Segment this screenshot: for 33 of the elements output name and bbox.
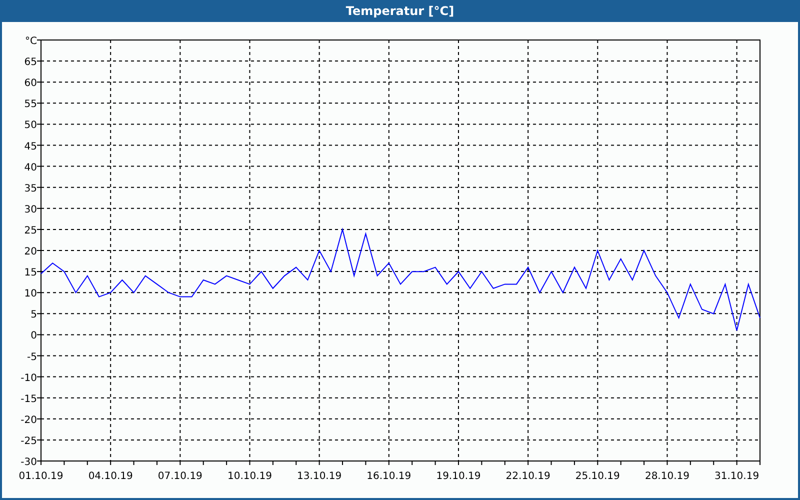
y-axis-label: 25 (24, 225, 37, 236)
y-axis-label: °C (25, 36, 37, 47)
y-axis-label: 35 (24, 183, 37, 194)
x-axis-label: 22.10.19 (506, 471, 550, 482)
y-axis-label: 45 (24, 141, 37, 152)
y-axis-label: -10 (20, 372, 37, 384)
x-axis-label: 25.10.19 (575, 471, 620, 482)
y-axis-label: -25 (20, 436, 37, 447)
y-axis-label: 30 (24, 204, 37, 216)
x-axis-label: 19.10.19 (436, 471, 481, 482)
y-axis-label: 40 (24, 162, 37, 174)
y-axis-label: 50 (24, 120, 37, 132)
y-axis-label: -15 (20, 394, 37, 405)
x-axis-label: 16.10.19 (366, 471, 412, 482)
y-axis-label: 0 (30, 330, 37, 342)
y-axis-label: -5 (27, 352, 37, 363)
window-title: Temperatur [°C] (2, 0, 798, 22)
y-axis-label: 10 (24, 288, 37, 300)
x-axis-label: 01.10.19 (18, 471, 64, 482)
y-axis-label: -30 (20, 457, 37, 468)
y-axis-label: 65 (24, 57, 37, 68)
x-axis-label: 04.10.19 (88, 471, 133, 482)
x-axis-label: 13.10.19 (297, 471, 342, 482)
x-axis-label: 07.10.19 (158, 471, 202, 482)
y-axis-label: 20 (24, 246, 37, 258)
y-axis-label: -20 (20, 414, 37, 426)
y-axis-label: 55 (24, 99, 37, 110)
y-axis-label: 60 (24, 78, 37, 90)
y-axis-label: 15 (24, 268, 37, 279)
x-axis-label: 28.10.19 (644, 471, 690, 482)
x-axis-label: 31.10.19 (714, 471, 760, 482)
y-axis-label: 5 (30, 310, 37, 321)
x-axis-label: 10.10.19 (227, 471, 272, 482)
